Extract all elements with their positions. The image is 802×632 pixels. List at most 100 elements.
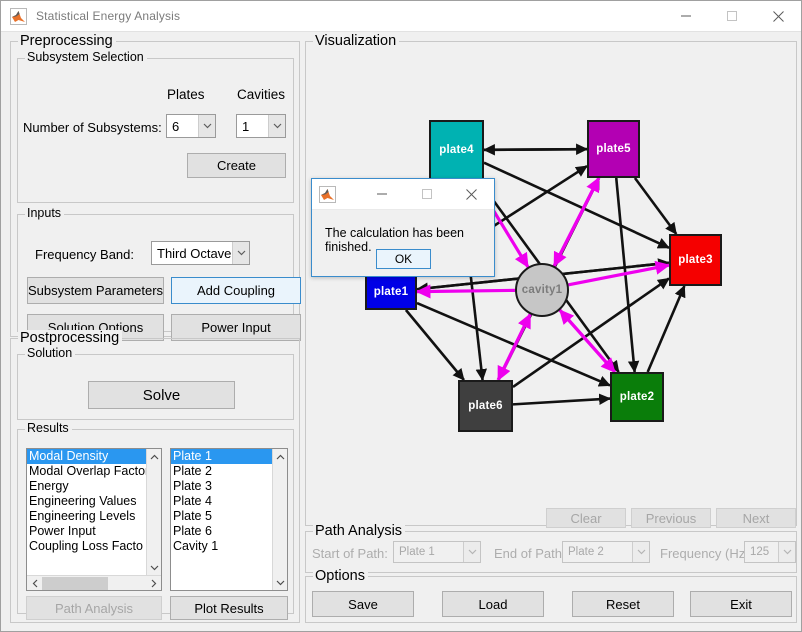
list-item[interactable]: Modal Density [27, 449, 147, 464]
close-icon[interactable] [449, 179, 494, 210]
graph-node-plate5[interactable]: plate5 [587, 120, 640, 178]
add-coupling-button[interactable]: Add Coupling [171, 277, 301, 304]
graph-edge-cavity1-plate5 [552, 176, 601, 267]
maximize-icon[interactable] [404, 179, 449, 210]
cavities-header: Cavities [237, 87, 286, 102]
dialog-title-bar [312, 179, 494, 210]
chevron-left-icon[interactable] [27, 579, 42, 588]
subsystem-parameters-button[interactable]: Subsystem Parameters [27, 277, 164, 304]
subsystem-selection-panel: Subsystem Selection Plates Cavities Numb… [17, 50, 294, 203]
path-analysis-button[interactable]: Path Analysis [26, 596, 162, 620]
postprocessing-title: Postprocessing [18, 330, 123, 346]
create-button[interactable]: Create [187, 153, 286, 178]
graph-node-plate4[interactable]: plate4 [429, 120, 484, 180]
chevron-down-icon [232, 242, 249, 264]
list-item[interactable]: Plate 5 [171, 509, 272, 524]
list-item[interactable]: Engineering Levels [27, 509, 146, 524]
graph-node-plate1[interactable]: plate1 [365, 274, 417, 310]
list-item[interactable]: Energy [27, 479, 146, 494]
postprocessing-panel: Postprocessing Solution Solve Results Mo… [10, 330, 300, 623]
graph-node-label: plate3 [678, 254, 713, 266]
preprocessing-panel: Preprocessing Subsystem Selection Plates… [10, 33, 301, 341]
path-analysis-panel-title: Path Analysis [313, 523, 406, 539]
close-icon[interactable] [755, 1, 801, 32]
window-controls [663, 1, 801, 32]
end-of-path-label: End of Path: [494, 546, 566, 561]
hscroll-thumb[interactable] [42, 576, 108, 590]
end-of-path-dropdown[interactable]: Plate 2 [562, 541, 650, 563]
cavities-count-dropdown[interactable]: 1 [236, 114, 286, 138]
minimize-icon[interactable] [359, 179, 404, 210]
graph-edge-cavity1-plate6 [496, 313, 532, 382]
results-subsystem-items: Plate 1 Plate 2 Plate 3 Plate 4 Plate 5 … [171, 449, 272, 590]
start-of-path-value: Plate 1 [399, 546, 435, 558]
exit-button[interactable]: Exit [690, 591, 792, 617]
cavities-count-value: 1 [242, 118, 250, 134]
results-subsystem-vscrollbar[interactable] [272, 449, 287, 590]
graph-node-label: plate5 [596, 143, 631, 155]
visualization-panel: Visualization plate4 plate5 plate3 plate1 ca… [305, 33, 797, 528]
solution-title: Solution [25, 346, 76, 360]
dialog-ok-button[interactable]: OK [376, 249, 431, 269]
results-quantity-listbox[interactable]: Modal Density Modal Overlap Factor Energ… [26, 448, 162, 591]
chevron-down-icon[interactable] [276, 575, 285, 590]
chevron-up-icon[interactable] [276, 449, 285, 464]
chevron-right-icon[interactable] [146, 579, 161, 588]
graph-node-cavity1[interactable]: cavity1 [515, 263, 569, 317]
list-item[interactable]: Power Input [27, 524, 146, 539]
inputs-panel: Inputs Frequency Band: Third Octave Subs… [17, 206, 301, 341]
clear-button[interactable]: Clear [546, 508, 626, 528]
load-button[interactable]: Load [442, 591, 544, 617]
save-button[interactable]: Save [312, 591, 414, 617]
previous-button[interactable]: Previous [631, 508, 711, 528]
list-item[interactable]: Plate 2 [171, 464, 272, 479]
graph-edge-plate5-plate4 [482, 144, 588, 156]
solve-button[interactable]: Solve [88, 381, 235, 409]
list-item[interactable]: Coupling Loss Facto [27, 539, 146, 554]
graph-edge-cavity1-plate1 [415, 284, 516, 299]
application-window: Statistical Energy Analysis Preprocessin… [0, 0, 802, 632]
list-item[interactable]: Plate 3 [171, 479, 272, 494]
results-subsystem-listbox[interactable]: Plate 1 Plate 2 Plate 3 Plate 4 Plate 5 … [170, 448, 288, 591]
reset-button[interactable]: Reset [572, 591, 674, 617]
list-item[interactable]: Plate 6 [171, 524, 272, 539]
graph-node-plate3[interactable]: plate3 [669, 234, 722, 286]
results-quantity-hscrollbar[interactable] [27, 575, 161, 590]
graph-node-plate6[interactable]: plate6 [458, 380, 513, 432]
results-quantity-vscrollbar[interactable] [146, 449, 161, 575]
graph-node-plate2[interactable]: plate2 [610, 372, 664, 422]
list-item[interactable]: Modal Overlap Factor [27, 464, 146, 479]
preprocessing-title: Preprocessing [18, 33, 116, 49]
chevron-down-icon [632, 542, 649, 562]
plot-results-button[interactable]: Plot Results [170, 596, 288, 620]
options-panel: Options Save Load Reset Exit [305, 568, 797, 623]
graph-edge-plate1-plate2 [416, 301, 611, 387]
frequency-band-dropdown[interactable]: Third Octave [151, 241, 250, 265]
graph-node-label: plate6 [468, 400, 503, 412]
start-of-path-dropdown[interactable]: Plate 1 [393, 541, 481, 563]
matlab-icon [10, 7, 27, 25]
chevron-down-icon [268, 115, 285, 137]
options-title: Options [313, 568, 368, 584]
list-item[interactable]: Cavity 1 [171, 539, 272, 554]
plates-count-dropdown[interactable]: 6 [166, 114, 216, 138]
frequency-dropdown[interactable]: 125 [744, 541, 796, 563]
graph-node-label: plate2 [619, 391, 655, 403]
list-item[interactable]: Plate 1 [171, 449, 272, 464]
results-panel: Results Modal Density Modal Overlap Fact… [17, 421, 294, 620]
frequency-band-label: Frequency Band: [35, 247, 135, 262]
chevron-down-icon[interactable] [150, 560, 159, 575]
plates-header: Plates [167, 87, 205, 102]
list-item[interactable]: Engineering Values [27, 494, 146, 509]
graph-edge-plate5-plate3 [633, 177, 678, 235]
next-button[interactable]: Next [716, 508, 796, 528]
chevron-up-icon[interactable] [150, 449, 159, 464]
calculation-finished-dialog: The calculation has been finished. OK [311, 178, 495, 277]
maximize-icon[interactable] [709, 1, 755, 32]
chevron-down-icon [778, 542, 795, 562]
frequency-value: 125 [750, 546, 770, 558]
minimize-icon[interactable] [663, 1, 709, 32]
power-input-button[interactable]: Power Input [171, 314, 301, 341]
list-item[interactable]: Plate 4 [171, 494, 272, 509]
number-of-subsystems-label: Number of Subsystems: [23, 120, 162, 135]
